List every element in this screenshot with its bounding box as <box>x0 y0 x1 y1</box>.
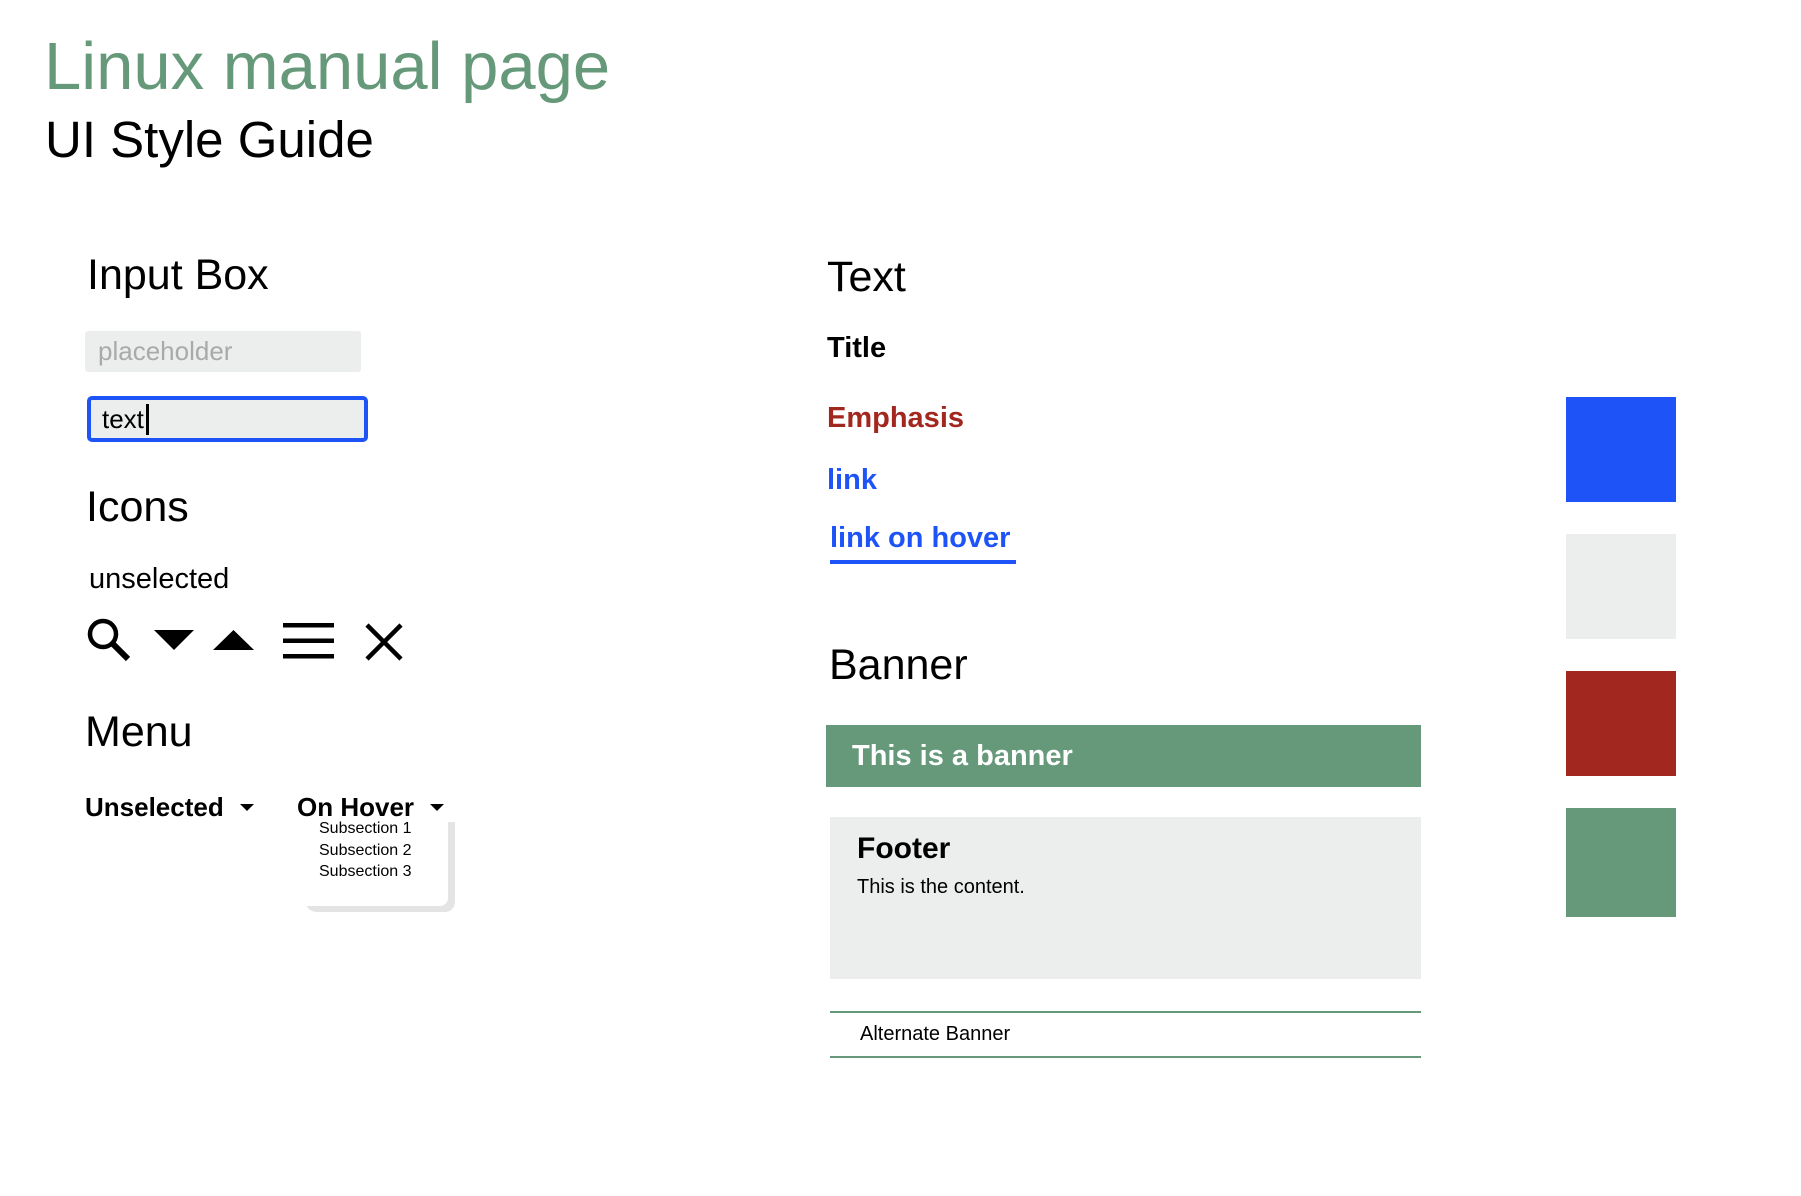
placeholder-input[interactable] <box>85 331 361 372</box>
alternate-banner-text: Alternate Banner <box>860 1023 1011 1045</box>
banner-heading: Banner <box>829 641 968 689</box>
chevron-down-icon <box>239 803 254 811</box>
icons-state-label: unselected <box>89 563 230 595</box>
footer-content: This is the content. <box>857 876 1025 898</box>
alternate-banner: Alternate Banner <box>830 1011 1421 1058</box>
text-cursor <box>146 404 149 435</box>
swatch-red <box>1566 671 1676 776</box>
caret-down-icon[interactable] <box>154 630 194 650</box>
chevron-down-icon <box>430 803 445 811</box>
banner-text: This is a banner <box>852 739 1073 772</box>
active-text-input[interactable] <box>87 396 368 442</box>
swatch-light-gray <box>1566 534 1676 639</box>
swatch-green <box>1566 808 1676 917</box>
submenu-item-2[interactable]: Subsection 2 <box>300 840 448 862</box>
submenu-item-3[interactable]: Subsection 3 <box>300 861 448 883</box>
text-heading: Text <box>827 253 906 301</box>
swatch-blue <box>1566 397 1676 502</box>
caret-up-icon[interactable] <box>213 630 254 650</box>
page-title: Linux manual page <box>44 29 611 104</box>
hamburger-menu-icon[interactable] <box>283 623 334 659</box>
footer-title: Footer <box>857 832 951 865</box>
submenu-dropdown: Subsection 1 Subsection 2 Subsection 3 <box>300 818 448 906</box>
page-subtitle: UI Style Guide <box>45 111 374 168</box>
menu-item-label: Unselected <box>85 792 224 822</box>
footer-box: Footer This is the content. <box>830 817 1421 979</box>
link-hover-sample[interactable]: link on hover <box>830 522 1010 555</box>
icons-heading: Icons <box>86 483 189 531</box>
link-sample[interactable]: link <box>827 464 877 497</box>
menu-item-unselected[interactable]: Unselected <box>85 792 254 823</box>
submenu-item-1[interactable]: Subsection 1 <box>300 818 448 840</box>
emphasis-sample: Emphasis <box>827 402 964 434</box>
link-hover-underline <box>830 560 1016 564</box>
close-icon[interactable] <box>365 623 403 661</box>
menu-heading: Menu <box>85 708 193 756</box>
search-icon[interactable] <box>86 617 132 663</box>
input-box-heading: Input Box <box>87 251 269 299</box>
primary-banner: This is a banner <box>826 725 1421 787</box>
title-sample: Title <box>827 332 887 364</box>
